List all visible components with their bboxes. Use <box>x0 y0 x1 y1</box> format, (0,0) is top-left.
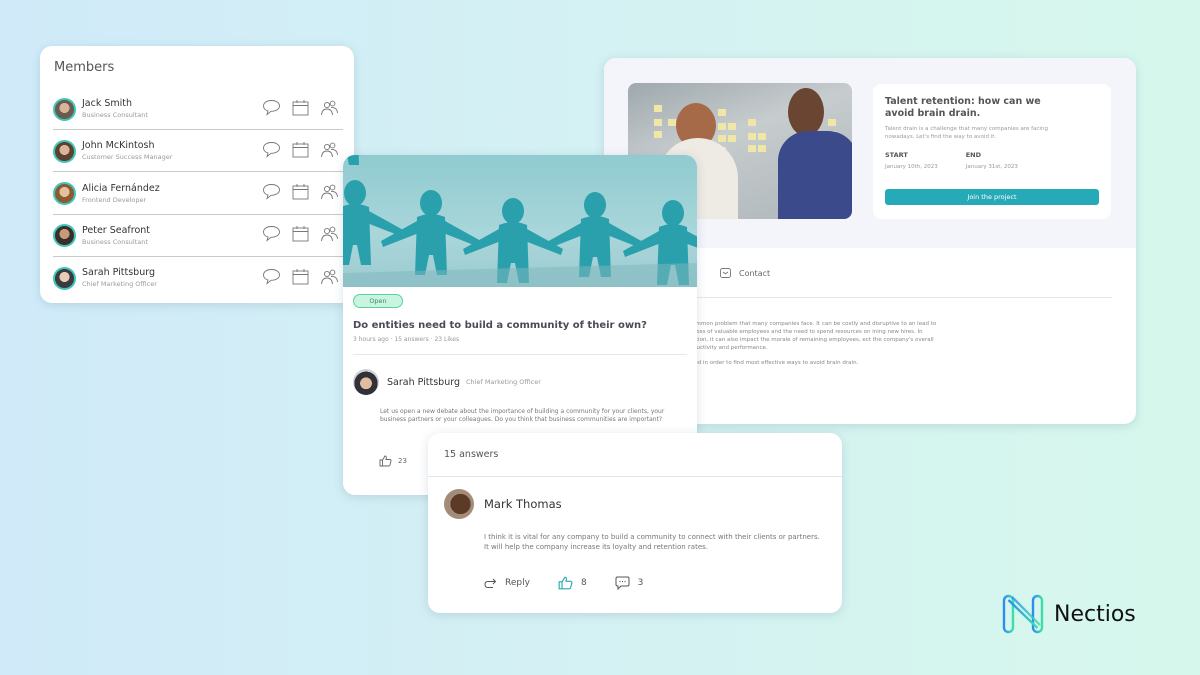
answers-card: 15 answers Mark Thomas I think it is vit… <box>428 433 842 613</box>
nectios-logo-icon <box>1002 594 1044 634</box>
thumbs-up-icon <box>558 576 573 590</box>
member-role: Customer Success Manager <box>82 153 173 162</box>
chat-bubble-icon[interactable] <box>262 99 281 120</box>
answer-comments-button[interactable]: 3 <box>615 576 644 590</box>
member-row[interactable]: Sarah Pittsburg Chief Marketing Officer <box>53 257 343 299</box>
tabs-divider <box>684 297 1112 298</box>
contact-label: Contact <box>739 268 771 278</box>
start-date: January 10th, 2023 <box>885 164 938 170</box>
post-like-count: 23 <box>398 457 407 465</box>
calendar-icon[interactable] <box>291 268 310 289</box>
group-icon[interactable] <box>320 183 339 204</box>
brand-logo: Nectios <box>1002 594 1136 634</box>
members-title: Members <box>54 60 115 75</box>
member-row[interactable]: Peter Seafront Business Consultant <box>53 215 343 257</box>
avatar[interactable] <box>53 224 76 248</box>
post-author-name[interactable]: Sarah Pittsburg <box>387 377 460 388</box>
post-author-role: Chief Marketing Officer <box>466 378 541 386</box>
member-name[interactable]: Jack Smith <box>82 98 262 110</box>
group-icon[interactable] <box>320 141 339 162</box>
reply-button[interactable]: Reply <box>484 578 530 589</box>
start-label: START <box>885 151 908 159</box>
end-date: January 31st, 2023 <box>965 164 1018 170</box>
thumbs-up-icon <box>379 455 392 467</box>
avatar[interactable] <box>353 369 379 395</box>
project-body-paragraph: pened in order to find most effective wa… <box>684 360 859 366</box>
member-role: Frontend Developer <box>82 195 147 204</box>
member-role: Business Consultant <box>82 237 148 246</box>
project-body: a common problem that many companies fac… <box>684 320 944 367</box>
answers-count: 15 answers <box>444 449 499 460</box>
post-author: Sarah Pittsburg Chief Marketing Officer <box>353 369 541 395</box>
avatar[interactable] <box>53 97 76 121</box>
end-date-block: END January 31st, 2023 <box>966 151 1018 170</box>
group-icon[interactable] <box>320 225 339 246</box>
member-row[interactable]: Jack Smith Business Consultant <box>53 88 343 130</box>
group-icon[interactable] <box>320 268 339 289</box>
member-name[interactable]: Alicia Fernández <box>82 183 262 195</box>
avatar[interactable] <box>444 489 474 519</box>
answers-divider <box>428 476 842 477</box>
members-card: Members Jack Smith Business Consultant Joh… <box>40 46 354 303</box>
reply-icon <box>484 578 497 588</box>
member-name[interactable]: Sarah Pittsburg <box>82 267 262 279</box>
start-date-block: START January 10th, 2023 <box>885 151 938 170</box>
answer-author: Mark Thomas <box>444 489 562 519</box>
reply-label: Reply <box>505 578 530 588</box>
avatar[interactable] <box>53 182 76 206</box>
post-banner-image <box>343 155 697 287</box>
avatar[interactable] <box>53 266 76 290</box>
tab-contact[interactable]: Contact <box>720 268 770 278</box>
member-row[interactable]: Alicia Fernández Frontend Developer <box>53 173 343 215</box>
answer-like-button[interactable]: 8 <box>558 576 587 590</box>
member-row[interactable]: John McKintosh Customer Success Manager <box>53 130 343 173</box>
end-label: END <box>965 151 982 159</box>
chat-bubble-icon[interactable] <box>262 225 281 246</box>
post-title[interactable]: Do entities need to build a community of… <box>353 320 647 331</box>
mail-icon <box>720 268 731 278</box>
project-info-panel: Talent retention: how can we avoid brain… <box>873 84 1111 219</box>
post-divider <box>353 354 687 355</box>
project-body-paragraph: a common problem that many companies fac… <box>684 321 937 351</box>
answer-comment-count: 3 <box>637 578 644 588</box>
project-title: Talent retention: how can we avoid brain… <box>885 96 1041 119</box>
calendar-icon[interactable] <box>291 183 310 204</box>
member-name[interactable]: Peter Seafront <box>82 225 262 237</box>
project-description: Talent drain is a challenge that many co… <box>885 126 1048 140</box>
post-meta: 3 hours ago · 15 answers · 23 Likes <box>353 336 460 343</box>
comment-icon <box>615 576 630 590</box>
chat-bubble-icon[interactable] <box>262 141 281 162</box>
answer-like-count: 8 <box>580 578 587 588</box>
chat-bubble-icon[interactable] <box>262 268 281 289</box>
group-icon[interactable] <box>320 99 339 120</box>
avatar[interactable] <box>53 139 76 163</box>
brand-name: Nectios <box>1054 601 1136 627</box>
member-role: Chief Marketing Officer <box>82 280 157 289</box>
status-badge: Open <box>353 294 403 308</box>
calendar-icon[interactable] <box>291 141 310 162</box>
join-project-button[interactable]: Join the project <box>885 189 1099 205</box>
calendar-icon[interactable] <box>291 225 310 246</box>
member-name[interactable]: John McKintosh <box>82 140 262 152</box>
post-body: Let us open a new debate about the impor… <box>380 408 665 423</box>
post-like-button[interactable]: 23 <box>379 455 407 467</box>
chat-bubble-icon[interactable] <box>262 183 281 204</box>
member-role: Business Consultant <box>82 111 148 119</box>
answer-body: I think it is vital for any company to b… <box>484 533 820 551</box>
answer-author-name[interactable]: Mark Thomas <box>484 497 562 511</box>
answer-actions: Reply 8 3 <box>484 576 671 590</box>
calendar-icon[interactable] <box>291 99 310 120</box>
